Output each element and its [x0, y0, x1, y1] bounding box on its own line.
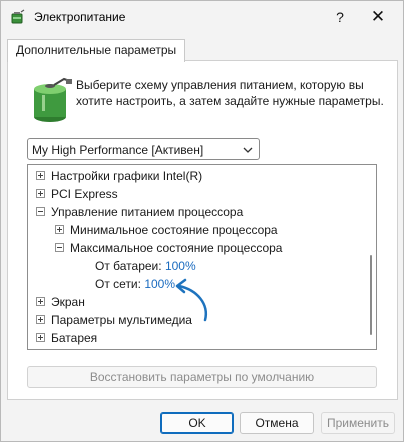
setting-label: От батареи:	[95, 259, 162, 273]
tree-item-label: PCI Express	[51, 187, 118, 201]
tree-item-intel-graphics[interactable]: Настройки графики Intel(R)	[36, 167, 202, 185]
expand-plus-icon[interactable]	[36, 333, 45, 343]
tree-item-label: Минимальное состояние процессора	[70, 223, 278, 237]
ok-button[interactable]: OK	[160, 412, 234, 434]
power-scheme-dropdown[interactable]: My High Performance [Активен]	[27, 138, 260, 160]
expand-plus-icon[interactable]	[36, 189, 45, 199]
tree-item-label: Управление питанием процессора	[51, 205, 244, 219]
settings-panel: Выберите схему управления питанием, кото…	[7, 60, 398, 400]
power-options-icon	[11, 9, 25, 24]
tree-item-display[interactable]: Экран	[36, 293, 85, 311]
setting-on-battery: От батареи: 100%	[95, 257, 196, 275]
apply-button[interactable]: Применить	[321, 412, 395, 434]
tree-item-pci-express[interactable]: PCI Express	[36, 185, 118, 203]
battery-power-icon	[34, 77, 72, 122]
cancel-button[interactable]: Отмена	[240, 412, 314, 434]
tree-item-max-processor-state[interactable]: Максимальное состояние процессора	[55, 239, 282, 257]
chevron-down-icon	[243, 147, 253, 153]
tree-item-battery[interactable]: Батарея	[36, 329, 97, 347]
tree-item-processor-power[interactable]: Управление питанием процессора	[36, 203, 243, 221]
dialog-footer: OK Отмена Применить	[1, 401, 403, 441]
instruction-text: Выберите схему управления питанием, кото…	[76, 78, 384, 108]
title-bar: Электропитание ? ✕	[1, 1, 403, 33]
expand-plus-icon[interactable]	[55, 225, 64, 235]
tree-item-label: Настройки графики Intel(R)	[51, 169, 203, 183]
selected-scheme: My High Performance [Активен]	[32, 143, 204, 157]
setting-plugged-in: От сети: 100%	[95, 275, 175, 293]
setting-value-link[interactable]: 100%	[165, 259, 196, 273]
collapse-minus-icon[interactable]	[55, 243, 64, 253]
expand-plus-icon[interactable]	[36, 315, 45, 325]
collapse-minus-icon[interactable]	[36, 207, 45, 217]
setting-label: От сети:	[95, 277, 141, 291]
expand-plus-icon[interactable]	[36, 297, 45, 307]
power-options-window: Электропитание ? ✕ Дополнительные параме…	[0, 0, 404, 442]
restore-defaults-button[interactable]: Восстановить параметры по умолчанию	[27, 366, 377, 388]
expand-plus-icon[interactable]	[36, 171, 45, 181]
tab-advanced-settings[interactable]: Дополнительные параметры	[7, 39, 186, 62]
tree-item-label: Батарея	[51, 331, 98, 345]
close-button[interactable]: ✕	[365, 5, 391, 29]
tree-item-label: Максимальное состояние процессора	[70, 241, 283, 255]
scrollbar-thumb[interactable]	[370, 255, 372, 335]
help-button[interactable]: ?	[327, 5, 353, 29]
annotation-arrow-icon	[175, 278, 208, 322]
tree-item-label: Экран	[51, 295, 85, 309]
tree-item-min-processor-state[interactable]: Минимальное состояние процессора	[55, 221, 278, 239]
window-title: Электропитание	[34, 10, 126, 24]
